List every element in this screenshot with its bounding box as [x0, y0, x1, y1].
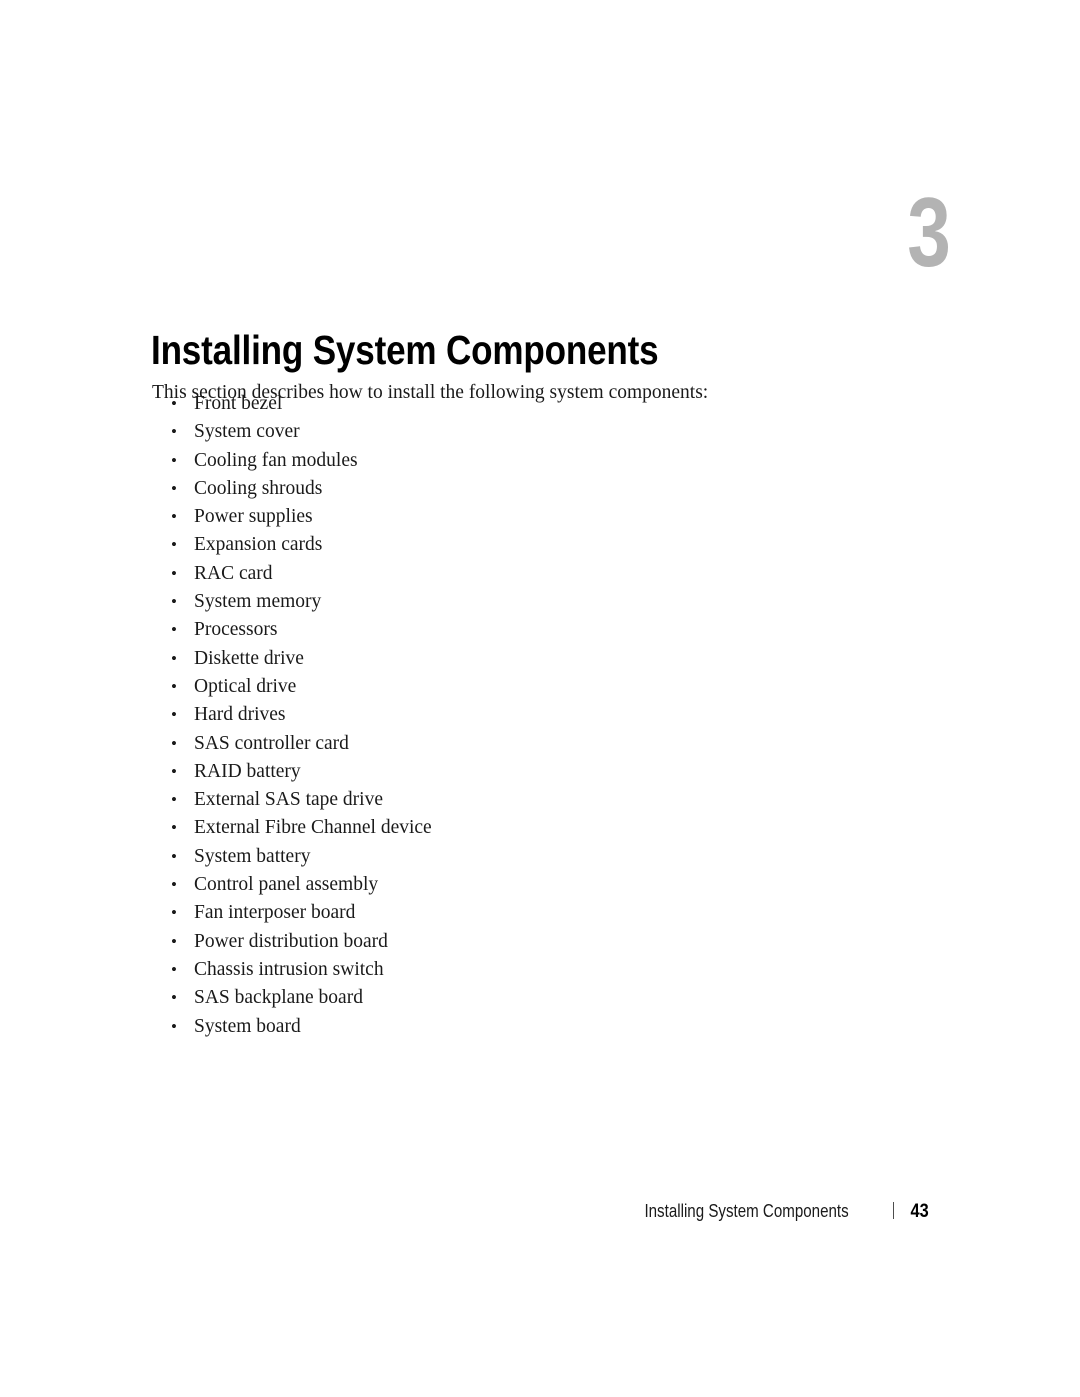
list-item: • Hard drives [152, 701, 712, 729]
bullet-icon: • [171, 705, 177, 725]
list-item-label: Hard drives [194, 704, 286, 726]
list-item-label: System cover [194, 421, 300, 443]
list-item-label: External SAS tape drive [194, 789, 383, 811]
bullet-icon: • [171, 563, 177, 583]
list-item: • Diskette drive [152, 645, 712, 673]
document-page: 3 Installing System Components This sect… [0, 0, 1080, 1397]
bullet-icon: • [171, 903, 177, 923]
list-item: • Chassis intrusion switch [152, 956, 712, 984]
bullet-icon: • [171, 478, 177, 498]
list-item: • Fan interposer board [152, 899, 712, 927]
list-item-label: RAC card [194, 562, 273, 584]
bullet-icon: • [171, 507, 177, 527]
list-item-label: Diskette drive [194, 647, 304, 669]
list-item: • System board [152, 1013, 712, 1041]
page-number: 43 [910, 1201, 929, 1222]
bullet-icon: • [171, 450, 177, 470]
list-item: • System memory [152, 588, 712, 616]
list-item: • SAS controller card [152, 730, 712, 758]
list-item: • SAS backplane board [152, 984, 712, 1012]
list-item-label: SAS controller card [194, 732, 349, 754]
page-title: Installing System Components [151, 327, 659, 374]
list-item-label: Expansion cards [194, 534, 323, 556]
list-item-label: RAID battery [194, 760, 301, 782]
list-item-label: Chassis intrusion switch [194, 958, 384, 980]
list-item-label: Power distribution board [194, 930, 388, 952]
list-item-label: System battery [194, 845, 311, 867]
bullet-icon: • [171, 790, 177, 810]
bullet-icon: • [171, 818, 177, 838]
component-list: • Front bezel • System cover • Cooling fan mo… [152, 390, 712, 1041]
bullet-icon: • [171, 422, 177, 442]
bullet-icon: • [171, 535, 177, 555]
list-item: • External SAS tape drive [152, 786, 712, 814]
list-item-label: Processors [194, 619, 278, 641]
bullet-icon: • [171, 733, 177, 753]
list-item: • Expansion cards [152, 531, 712, 559]
bullet-icon: • [171, 761, 177, 781]
bullet-icon: • [171, 875, 177, 895]
bullet-icon: • [171, 592, 177, 612]
list-item: • Optical drive [152, 673, 712, 701]
list-item-label: System board [194, 1015, 301, 1037]
footer-title: Installing System Components [644, 1201, 849, 1221]
list-item-label: Cooling fan modules [194, 449, 358, 471]
list-item: • Cooling shrouds [152, 475, 712, 503]
footer-divider [892, 1202, 894, 1219]
bullet-icon: • [171, 988, 177, 1008]
list-item: • System cover [152, 418, 712, 446]
bullet-icon: • [171, 846, 177, 866]
list-item-label: Optical drive [194, 675, 297, 697]
list-item: • External Fibre Channel device [152, 814, 712, 842]
bullet-icon: • [171, 931, 177, 951]
list-item: • Power supplies [152, 503, 712, 531]
page-footer: Installing System Components 43 [0, 1200, 930, 1223]
list-item-label: Cooling shrouds [194, 477, 323, 499]
list-item: • Processors [152, 616, 712, 644]
bullet-icon: • [171, 394, 177, 413]
list-item: • Control panel assembly [152, 871, 712, 899]
list-item: • RAID battery [152, 758, 712, 786]
list-item-label: System memory [194, 591, 322, 613]
chapter-number: 3 [907, 177, 951, 287]
list-item-label: Power supplies [194, 506, 313, 528]
bullet-icon: • [171, 620, 177, 640]
list-item: • Front bezel [152, 390, 712, 418]
bullet-icon: • [171, 676, 177, 696]
list-item: • System battery [152, 843, 712, 871]
list-item: • Cooling fan modules [152, 447, 712, 475]
bullet-icon: • [171, 648, 177, 668]
list-item: • Power distribution board [152, 928, 712, 956]
list-item-label: Control panel assembly [194, 874, 379, 896]
bullet-icon: • [171, 1016, 177, 1036]
list-item-label: Fan interposer board [194, 902, 356, 924]
bullet-icon: • [171, 959, 177, 979]
list-item-label: External Fibre Channel device [194, 817, 432, 839]
list-item: • RAC card [152, 560, 712, 588]
list-item-label: SAS backplane board [194, 987, 363, 1009]
list-item-label: Front bezel [194, 393, 283, 414]
